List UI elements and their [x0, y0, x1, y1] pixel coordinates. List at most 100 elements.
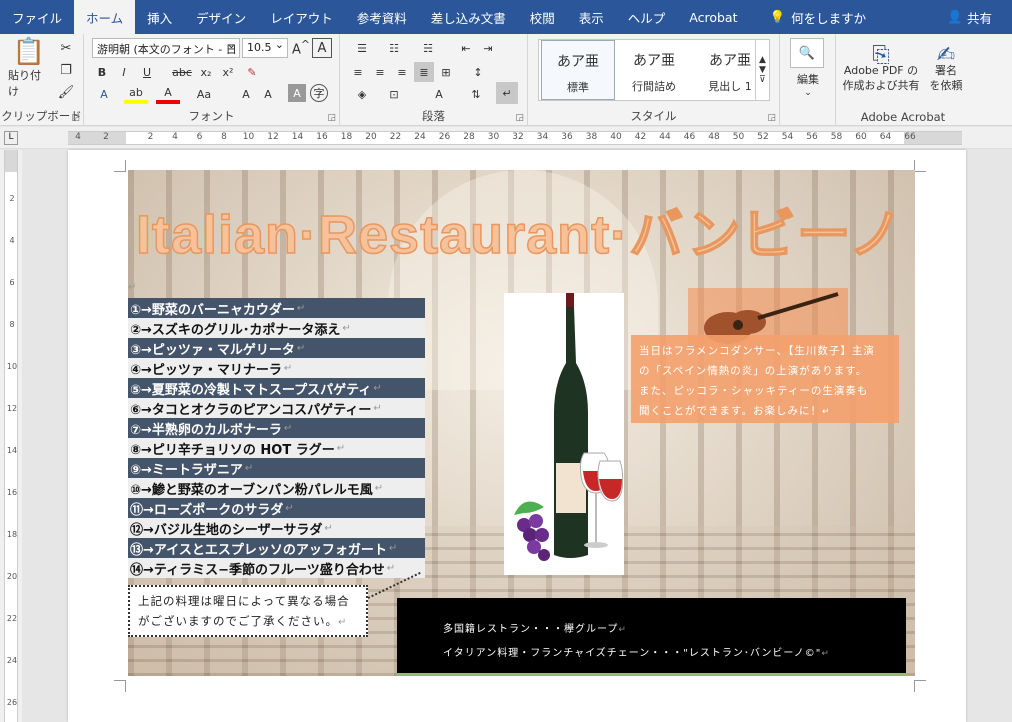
- increase-indent-icon[interactable]: ⇥: [478, 38, 498, 58]
- tab-selector-icon[interactable]: L: [4, 131, 18, 145]
- paragraph-mark-icon: ↵: [283, 362, 293, 374]
- char-shading-icon[interactable]: A: [288, 84, 306, 102]
- align-right-icon[interactable]: ≡: [392, 62, 412, 82]
- bold-icon[interactable]: B: [92, 62, 112, 82]
- italic-icon[interactable]: I: [114, 62, 134, 82]
- tab-help[interactable]: ヘルプ: [616, 0, 678, 34]
- enclose-char-icon[interactable]: 字: [310, 84, 328, 102]
- char-border-icon[interactable]: A: [312, 38, 332, 58]
- asian-layout-icon[interactable]: A: [424, 84, 454, 104]
- tab-layout[interactable]: レイアウト: [258, 0, 345, 34]
- ruler-tick-label: 40: [610, 132, 622, 142]
- list-item[interactable]: ⑨→ミートラザニア ↵: [128, 458, 425, 478]
- style-gallery-scroll[interactable]: ▲ ▼ ⊽: [755, 40, 769, 100]
- tab-references[interactable]: 参考資料: [345, 0, 419, 34]
- tab-acrobat[interactable]: Acrobat: [677, 0, 749, 34]
- vertical-ruler[interactable]: 2 4 6 8 10 12 14 16 18 20 22 24 26: [0, 150, 22, 722]
- tab-review[interactable]: 校閲: [518, 0, 567, 34]
- style-no-spacing[interactable]: あア亜 行間詰め: [617, 40, 691, 100]
- wine-bottle-icon: [514, 293, 624, 561]
- highlight-icon[interactable]: ab: [124, 84, 148, 104]
- document-page[interactable]: Italian·Restaurant·バンビーノ ↵ ①→野菜のバーニャカウダー…: [68, 150, 966, 722]
- lightbulb-icon: 💡: [769, 9, 786, 24]
- vertical-ruler-tick-label: 8: [9, 320, 15, 329]
- justify-icon[interactable]: ≣: [414, 62, 434, 82]
- tab-view[interactable]: 表示: [567, 0, 616, 34]
- poster-title[interactable]: Italian·Restaurant·バンビーノ: [135, 190, 906, 266]
- show-formatting-icon[interactable]: ↵: [496, 82, 518, 104]
- ruler-tick-label: 30: [487, 132, 500, 142]
- create-pdf-label: Adobe PDF の: [843, 63, 919, 77]
- footer-banner[interactable]: 多国籍レストラン・・・欅グループ↵ イタリアン料理・フランチャイズチェーン・・・…: [397, 598, 906, 676]
- clear-formatting-icon[interactable]: ✎: [242, 62, 262, 82]
- list-item[interactable]: ⑧→ピリ辛チョリソの HOT ラグー ↵: [128, 438, 425, 458]
- align-left-icon[interactable]: ≡: [348, 62, 368, 82]
- list-item[interactable]: ②→スズキのグリル･カポナータ添え ↵: [128, 318, 425, 338]
- live-show-textbox[interactable]: 当日はフラメンコダンサー、【生川数子】主演 の「スペイン情熱の炎」の上演がありま…: [631, 335, 899, 423]
- numbering-icon[interactable]: ☷: [380, 38, 408, 58]
- styles-launcher-icon[interactable]: ◲: [767, 113, 776, 123]
- bullets-icon[interactable]: ☰: [348, 38, 376, 58]
- strikethrough-icon[interactable]: abc: [170, 62, 194, 82]
- ruler-tick-label: 20: [365, 132, 377, 142]
- format-painter-icon[interactable]: 🖌: [56, 82, 76, 102]
- request-signature-button[interactable]: ✍ 署名 を依頼: [924, 38, 968, 102]
- text-effects-icon[interactable]: A: [92, 84, 116, 104]
- tab-file[interactable]: ファイル: [0, 0, 74, 34]
- multilevel-list-icon[interactable]: ☵: [414, 38, 442, 58]
- shading-icon[interactable]: ◈: [348, 84, 376, 104]
- cut-icon[interactable]: ✂: [56, 38, 76, 58]
- ruler-tick-label: 12: [267, 132, 279, 142]
- underline-icon[interactable]: U: [136, 62, 158, 82]
- crop-mark: [114, 680, 126, 692]
- align-center-icon[interactable]: ≡: [370, 62, 390, 82]
- font-size-combo[interactable]: 10.5: [242, 38, 288, 58]
- grow-size-icon[interactable]: A: [236, 84, 256, 104]
- subscript-icon[interactable]: x₂: [196, 62, 216, 82]
- horizontal-ruler[interactable]: L 4 2 2 4 6 8 10 12 14 16 18 20 22 24 26 28 30 32 34 36 38 40…: [0, 127, 1012, 149]
- share-button[interactable]: 👤 共有: [935, 0, 1004, 34]
- font-family-combo[interactable]: 游明朝 (本文のフォント - 日: [92, 38, 240, 58]
- list-item[interactable]: ⑦→半熟卵のカルボナーラ ↵: [128, 418, 425, 438]
- line-spacing-icon[interactable]: ↕: [464, 62, 492, 82]
- tab-mailings[interactable]: 差し込み文書: [419, 0, 518, 34]
- sort-icon[interactable]: ⇅: [466, 84, 486, 104]
- change-case-icon[interactable]: Aa: [190, 84, 218, 104]
- grow-font-icon[interactable]: A^: [292, 38, 310, 58]
- tell-me-box[interactable]: 💡 何をしますか: [758, 0, 879, 34]
- font-color-icon[interactable]: A: [156, 84, 180, 104]
- list-item[interactable]: ⑫→バジル生地のシーザーサラダ ↵: [128, 518, 425, 538]
- copy-icon[interactable]: ❐: [56, 60, 76, 80]
- tab-home[interactable]: ホーム: [74, 0, 136, 34]
- superscript-icon[interactable]: x²: [218, 62, 238, 82]
- list-item[interactable]: ⑥→タコとオクラのピアンコスパゲティー ↵: [128, 398, 425, 418]
- paste-button[interactable]: 📋 貼り付け: [8, 37, 50, 98]
- ruler-tick-label: 58: [830, 132, 843, 142]
- create-pdf-button[interactable]: ⎘ Adobe PDF の 作成および共有: [840, 38, 922, 102]
- ruler-tick-label: 32: [512, 132, 524, 142]
- tab-design[interactable]: デザイン: [184, 0, 258, 34]
- list-item[interactable]: ④→ピッツァ・マリナーラ ↵: [128, 358, 425, 378]
- decrease-indent-icon[interactable]: ⇤: [456, 38, 476, 58]
- list-item[interactable]: ⑪→ローズポークのサラダ ↵: [128, 498, 425, 518]
- list-item[interactable]: ③→ピッツァ・マルゲリータ ↵: [128, 338, 425, 358]
- paragraph-launcher-icon[interactable]: ◲: [515, 113, 524, 123]
- list-item[interactable]: ①→野菜のバーニャカウダー ↵: [128, 298, 425, 318]
- find-icon[interactable]: 🔍: [790, 38, 824, 68]
- list-item[interactable]: ⑤→夏野菜の冷製トマトスープスパゲティ ↵: [128, 378, 425, 398]
- list-item[interactable]: ⑬→アイスとエスプレッソのアッフォガート ↵: [128, 538, 425, 558]
- font-launcher-icon[interactable]: ◲: [327, 113, 336, 123]
- note-callout[interactable]: 上記の料理は曜日によって異なる場合 がございますのでご了承ください。↵: [128, 585, 368, 637]
- callout-pointer: [367, 571, 423, 599]
- shrink-size-icon[interactable]: A: [258, 84, 278, 104]
- paragraph-mark-icon: ↵: [342, 322, 351, 334]
- distributed-icon[interactable]: ⊞: [436, 62, 456, 82]
- menu-list[interactable]: ①→野菜のバーニャカウダー ↵ ②→スズキのグリル･カポナータ添え ↵ ③→ピッツァ…: [128, 298, 425, 578]
- style-normal[interactable]: あア亜 標準: [541, 40, 615, 100]
- list-item[interactable]: ⑩→鯵と野菜のオーブンパン粉パレルモ風 ↵: [128, 478, 425, 498]
- borders-icon[interactable]: ⊡: [380, 84, 408, 104]
- clipboard-launcher-icon[interactable]: ◲: [71, 113, 80, 123]
- ruler-tick-label: 6: [196, 132, 203, 142]
- tab-insert[interactable]: 挿入: [135, 0, 184, 34]
- ruler-tick-label: 42: [634, 132, 647, 142]
